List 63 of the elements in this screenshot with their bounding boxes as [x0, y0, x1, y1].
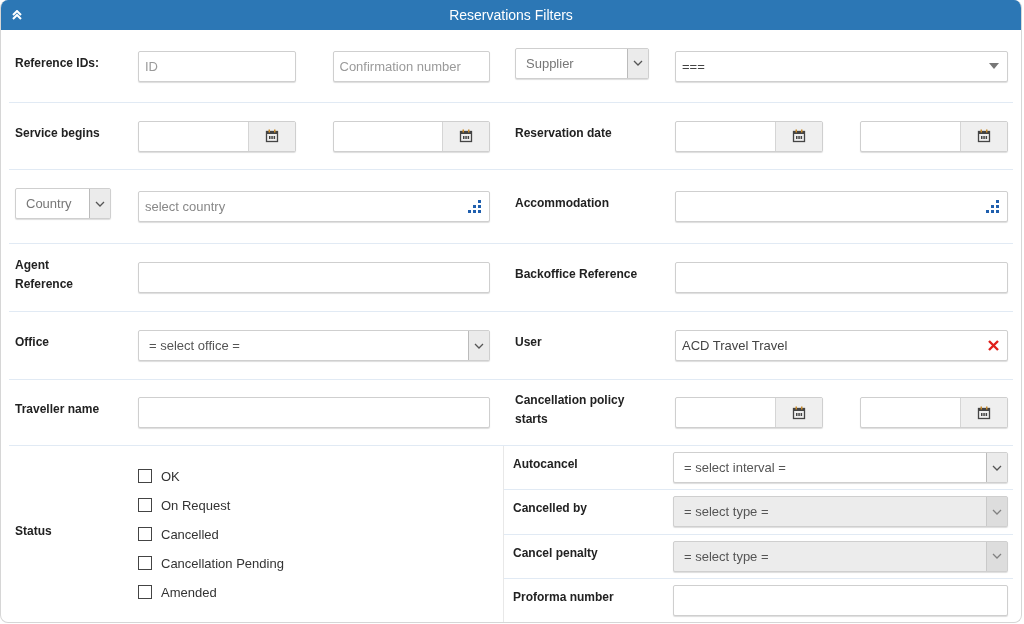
field-label: Office	[15, 334, 50, 351]
text-field[interactable]: Confirmation number	[332, 50, 490, 82]
field-label: Cancellation policy starts	[515, 391, 626, 428]
lookup-field[interactable]	[675, 191, 1008, 222]
text-field[interactable]: ID	[138, 50, 296, 82]
dots-icon	[985, 199, 999, 214]
field-label: Agent Reference	[15, 256, 75, 293]
text-field[interactable]	[138, 262, 490, 293]
field-label: Cancelled by	[513, 500, 589, 518]
date-field[interactable]	[860, 397, 1008, 428]
field-label: Proforma number	[513, 588, 615, 606]
text-field[interactable]	[673, 584, 1008, 616]
combo-select[interactable]: ===	[675, 50, 1008, 82]
text-field[interactable]	[675, 262, 1008, 293]
calendar-icon	[792, 405, 806, 420]
field-type-select[interactable]: Country	[15, 188, 111, 219]
field-label: Service begins	[15, 124, 101, 142]
date-field[interactable]	[860, 120, 1008, 152]
chevron-down-icon	[95, 200, 105, 207]
collapse-icon[interactable]	[12, 10, 22, 20]
field-label: Reference IDs:	[15, 54, 101, 72]
clear-icon[interactable]	[988, 340, 999, 351]
calendar-icon	[264, 129, 279, 143]
date-field[interactable]	[675, 397, 823, 428]
panel-title: Reservations Filters	[449, 7, 573, 23]
caret-icon	[989, 63, 999, 69]
chevron-down-icon	[474, 342, 484, 349]
checkbox[interactable]	[138, 469, 152, 483]
chevron-down-icon	[633, 60, 643, 66]
field-type-select[interactable]: Supplier	[515, 47, 649, 79]
field-label: Traveller name	[15, 401, 101, 418]
chevron-down-icon	[992, 508, 1002, 515]
checkbox-label: On Request	[161, 497, 231, 513]
checkbox-label: Amended	[161, 584, 217, 600]
checkbox-label: Cancellation Pending	[161, 555, 284, 571]
text-field[interactable]	[138, 397, 490, 428]
checkbox[interactable]	[138, 556, 152, 570]
dropdown-select[interactable]: = select interval =	[673, 452, 1008, 484]
date-field[interactable]	[138, 120, 296, 152]
lookup-field[interactable]: select country	[138, 191, 490, 222]
field-label: Status	[15, 522, 53, 540]
checkbox-label: Cancelled	[161, 526, 219, 542]
checkbox[interactable]	[138, 498, 152, 512]
field-label: Backoffice Reference	[515, 266, 639, 283]
checkbox[interactable]	[138, 585, 152, 599]
field-label: Accommodation	[515, 195, 610, 212]
calendar-icon	[977, 405, 991, 420]
field-label: User	[515, 334, 543, 351]
checkbox-label: OK	[161, 468, 180, 484]
checkbox[interactable]	[138, 527, 152, 541]
field-label: Reservation date	[515, 124, 613, 142]
dots-icon	[467, 199, 481, 214]
date-field[interactable]	[332, 120, 490, 152]
field-label: Autocancel	[513, 456, 579, 474]
calendar-icon	[792, 129, 806, 143]
calendar-icon	[459, 129, 473, 143]
date-field[interactable]	[675, 120, 823, 152]
dropdown-select[interactable]: = select office =	[138, 330, 490, 361]
user-field[interactable]: ACD Travel Travel	[675, 330, 1008, 361]
calendar-icon	[977, 129, 991, 143]
chevron-down-icon	[992, 553, 1002, 560]
field-label: Cancel penalty	[513, 544, 599, 562]
chevron-down-icon	[992, 464, 1002, 471]
